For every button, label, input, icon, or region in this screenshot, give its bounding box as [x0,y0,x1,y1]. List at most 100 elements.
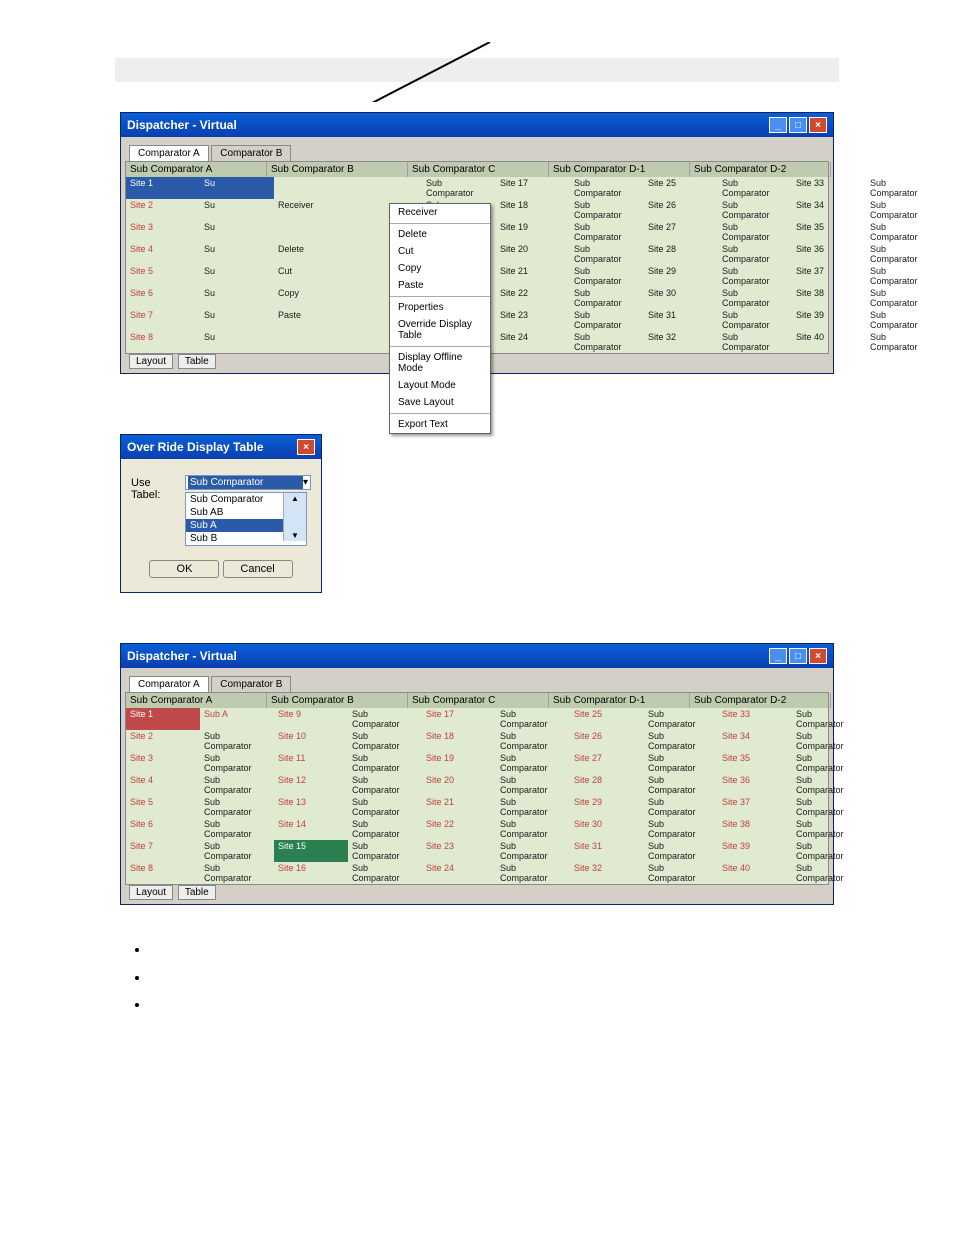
ok-button[interactable]: OK [149,560,219,578]
body-text [120,941,834,1016]
table-cell: Sub Comparator [496,796,570,818]
table-cell: Site 1 [126,708,200,730]
window-footer: Layout Table [125,885,829,900]
scrollbar[interactable]: ▲ ▼ [283,493,306,541]
table-cell: Site 11 [274,752,348,774]
col-header: Sub Comparator D-1 [549,162,690,177]
footer-table[interactable]: Table [178,354,216,369]
ctx-delete[interactable]: Delete [390,226,490,243]
tab-comparator-b[interactable]: Comparator B [211,676,291,692]
table-cell: Site 37 [718,796,792,818]
table-cell: Sub Comparator [866,265,940,287]
titlebar[interactable]: Dispatcher - Virtual _ □ × [121,644,833,668]
table-cell: Sub Comparator [570,331,644,353]
table-cell: Sub Comparator [570,243,644,265]
context-menu[interactable]: Receiver Delete Cut Copy Paste Propertie… [389,203,491,434]
min-icon[interactable]: _ [769,648,787,664]
table-cell: Sub Comparator [200,840,274,862]
close-icon[interactable]: × [809,117,827,133]
table-row[interactable]: Site 1Sub ASite 9Sub ComparatorSite 17Su… [126,708,828,730]
table-cell: Sub Comparator [348,796,422,818]
table-cell: Site 21 [496,265,570,287]
table-row[interactable]: Site 6Sub ComparatorSite 14Sub Comparato… [126,818,828,840]
table-cell: Site 2 [126,199,200,221]
table-row[interactable]: Site 1SuSub ComparatorSite 17Sub Compara… [126,177,828,199]
table-cell: Site 22 [422,818,496,840]
table-cell: Sub Comparator [718,177,792,199]
table-row[interactable]: Site 2Sub ComparatorSite 10Sub Comparato… [126,730,828,752]
table-cell: Sub Comparator [570,265,644,287]
ctx-properties[interactable]: Properties [390,299,490,316]
table-cell: Sub Comparator [866,199,940,221]
footer-table[interactable]: Table [178,885,216,900]
table-cell: Su [200,287,274,309]
table-cell: Sub Comparator [422,177,496,199]
table-cell: Site 34 [718,730,792,752]
table-cell: Site 6 [126,818,200,840]
table-cell: Sub Comparator [792,752,866,774]
table-cell: Site 38 [718,818,792,840]
max-icon[interactable]: □ [789,648,807,664]
titlebar[interactable]: Dispatcher - Virtual _ □ × [121,113,833,137]
tab-comparator-a[interactable]: Comparator A [129,145,209,161]
table-cell: Site 3 [126,752,200,774]
close-icon[interactable]: × [809,648,827,664]
table-row[interactable]: Site 3Sub ComparatorSite 11Sub Comparato… [126,752,828,774]
table-row[interactable]: Site 8Sub ComparatorSite 16Sub Comparato… [126,862,828,884]
table-cell: Site 36 [792,243,866,265]
min-icon[interactable]: _ [769,117,787,133]
table-cell: Paste [274,309,348,331]
ctx-export-text[interactable]: Export Text [390,416,490,433]
ctx-display-offline[interactable]: Display Offline Mode [390,349,490,377]
table-cell: Site 38 [792,287,866,309]
table-cell: Site 32 [570,862,644,884]
table-listbox[interactable]: ▲ ▼ Sub Comparator Sub AB Sub A Sub B [185,492,307,546]
dialog-titlebar[interactable]: Over Ride Display Table × [121,435,321,459]
tab-comparator-b[interactable]: Comparator B [211,145,291,161]
use-table-combo[interactable]: Sub Comparator ▾ [185,475,311,490]
table-cell: Su [200,177,274,199]
table-cell: Site 4 [126,774,200,796]
col-header: Sub Comparator A [126,693,267,708]
doc-header-bar [115,58,839,82]
footer-layout[interactable]: Layout [129,354,173,369]
table-cell: Sub Comparator [644,752,718,774]
combo-value: Sub Comparator [188,476,303,489]
table-cell: Sub Comparator [866,309,940,331]
table-cell: Sub Comparator [644,708,718,730]
ctx-save-layout[interactable]: Save Layout [390,394,490,411]
table-cell: Site 29 [570,796,644,818]
table-rows: Site 1Sub ASite 9Sub ComparatorSite 17Su… [126,708,828,884]
dialog-title: Over Ride Display Table [127,440,264,454]
table-cell: Site 22 [496,287,570,309]
close-icon[interactable]: × [297,439,315,455]
max-icon[interactable]: □ [789,117,807,133]
footer-layout[interactable]: Layout [129,885,173,900]
window-title: Dispatcher - Virtual [127,649,237,663]
col-header: Sub Comparator C [408,162,549,177]
table-cell: Site 25 [570,708,644,730]
table-cell: Sub Comparator [496,708,570,730]
bullet-1 [150,941,834,961]
table-cell: Site 30 [644,287,718,309]
ctx-cut[interactable]: Cut [390,243,490,260]
ctx-receiver[interactable]: Receiver [390,204,490,221]
ctx-override-display-table[interactable]: Override Display Table [390,316,490,344]
ctx-layout-mode[interactable]: Layout Mode [390,377,490,394]
table-cell: Sub Comparator [496,774,570,796]
scroll-up-icon[interactable]: ▲ [291,494,299,503]
table-row[interactable]: Site 4Sub ComparatorSite 12Sub Comparato… [126,774,828,796]
table-cell: Sub Comparator [866,221,940,243]
col-header: Sub Comparator D-1 [549,693,690,708]
ctx-paste[interactable]: Paste [390,277,490,294]
col-header: Sub Comparator D-2 [690,162,831,177]
ctx-copy[interactable]: Copy [390,260,490,277]
table-row[interactable]: Site 7Sub ComparatorSite 15Sub Comparato… [126,840,828,862]
dispatcher-window-2: Dispatcher - Virtual _ □ × Comparator A … [120,643,834,905]
tab-comparator-a[interactable]: Comparator A [129,676,209,692]
table-cell: Site 18 [422,730,496,752]
scroll-down-icon[interactable]: ▼ [291,531,299,540]
table-row[interactable]: Site 5Sub ComparatorSite 13Sub Comparato… [126,796,828,818]
cancel-button[interactable]: Cancel [223,560,293,578]
table-cell: Site 13 [274,796,348,818]
